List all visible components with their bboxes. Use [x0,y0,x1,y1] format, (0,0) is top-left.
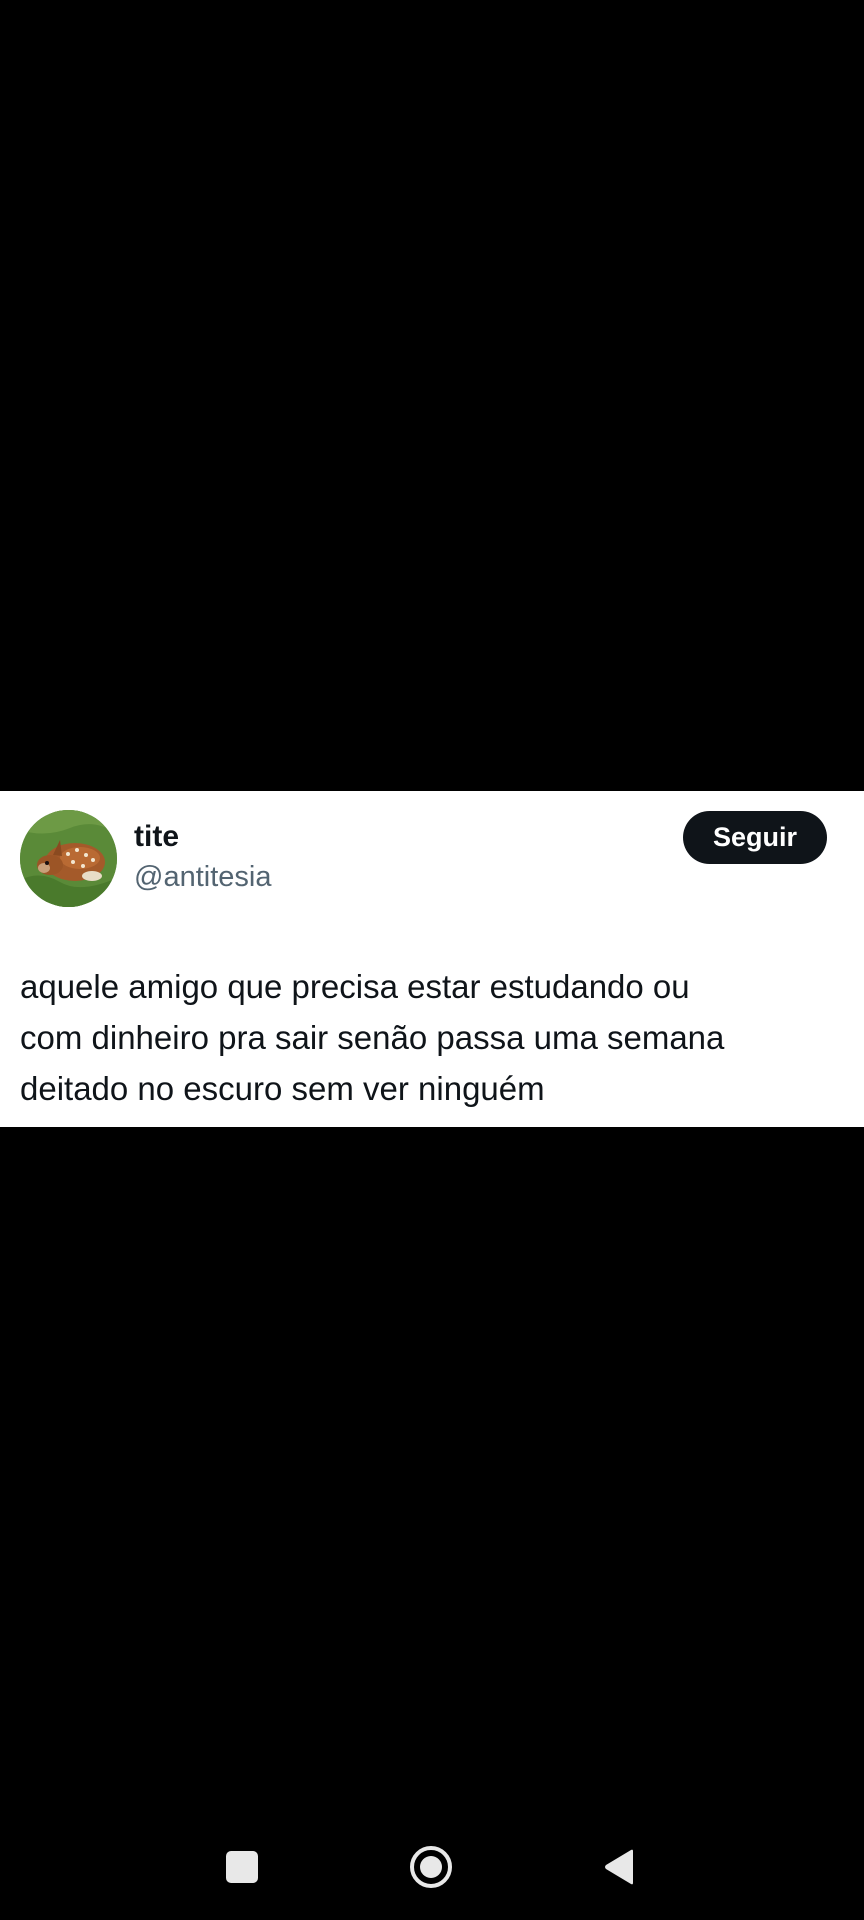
android-nav-bar [0,1820,864,1920]
user-handle[interactable]: @antitesia [134,859,271,895]
tweet-card[interactable]: tite @antitesia Seguir aquele amigo que … [0,791,864,1127]
back-icon[interactable] [603,1848,635,1886]
display-name[interactable]: tite [134,819,179,855]
follow-button[interactable]: Seguir [683,811,827,864]
avatar[interactable] [20,810,117,907]
tweet-text: aquele amigo que precisa estar estudando… [20,968,725,1107]
recents-icon[interactable] [226,1851,258,1883]
home-icon[interactable] [409,1845,453,1889]
fawn-avatar-icon [20,810,117,907]
